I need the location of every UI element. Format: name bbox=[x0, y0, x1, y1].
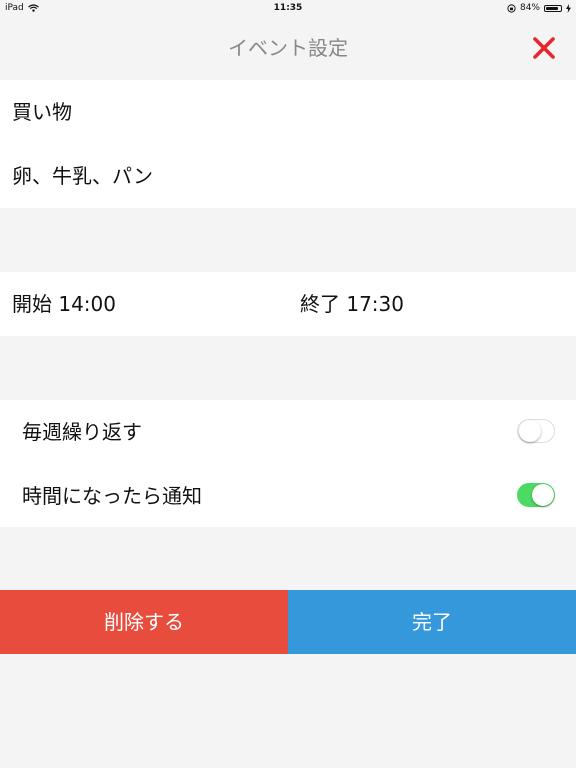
status-bar: iPad 11:35 84% bbox=[0, 0, 576, 16]
event-memo-field[interactable]: 卵、牛乳、パン bbox=[0, 144, 576, 208]
delete-button[interactable]: 削除する bbox=[0, 590, 288, 654]
start-time-value: 開始 14:00 bbox=[12, 292, 116, 316]
notify-label: 時間になったら通知 bbox=[22, 484, 202, 508]
battery-level bbox=[546, 6, 558, 10]
status-time: 11:35 bbox=[273, 3, 303, 13]
event-title-field[interactable]: 買い物 bbox=[0, 80, 576, 144]
notify-row: 時間になったら通知 bbox=[0, 464, 576, 528]
time-group: 開始 14:00 終了 17:30 bbox=[0, 272, 576, 336]
end-time-field[interactable]: 終了 17:30 bbox=[300, 272, 576, 336]
toggle-knob bbox=[532, 484, 554, 506]
repeat-weekly-row: 毎週繰り返す bbox=[0, 400, 576, 464]
done-button[interactable]: 完了 bbox=[288, 590, 576, 654]
options-group: 毎週繰り返す 時間になったら通知 bbox=[0, 400, 576, 527]
toggle-knob bbox=[519, 420, 541, 442]
charging-bolt-icon bbox=[566, 3, 571, 13]
repeat-weekly-toggle[interactable] bbox=[517, 419, 555, 443]
repeat-weekly-label: 毎週繰り返す bbox=[22, 420, 142, 444]
event-details-group: 買い物 卵、牛乳、パン bbox=[0, 80, 576, 208]
end-time-value: 終了 17:30 bbox=[300, 292, 404, 316]
page-title: イベント設定 bbox=[228, 36, 348, 60]
event-memo-value: 卵、牛乳、パン bbox=[12, 164, 153, 188]
close-icon[interactable] bbox=[530, 34, 558, 62]
status-right: 84% bbox=[507, 0, 571, 16]
event-title-value: 買い物 bbox=[12, 100, 72, 124]
battery-icon bbox=[544, 4, 562, 12]
nav-bar: イベント設定 bbox=[0, 16, 576, 80]
battery-percent: 84% bbox=[519, 3, 540, 13]
start-time-field[interactable]: 開始 14:00 bbox=[0, 272, 288, 336]
orientation-lock-icon bbox=[507, 3, 516, 13]
notify-toggle[interactable] bbox=[517, 483, 555, 507]
